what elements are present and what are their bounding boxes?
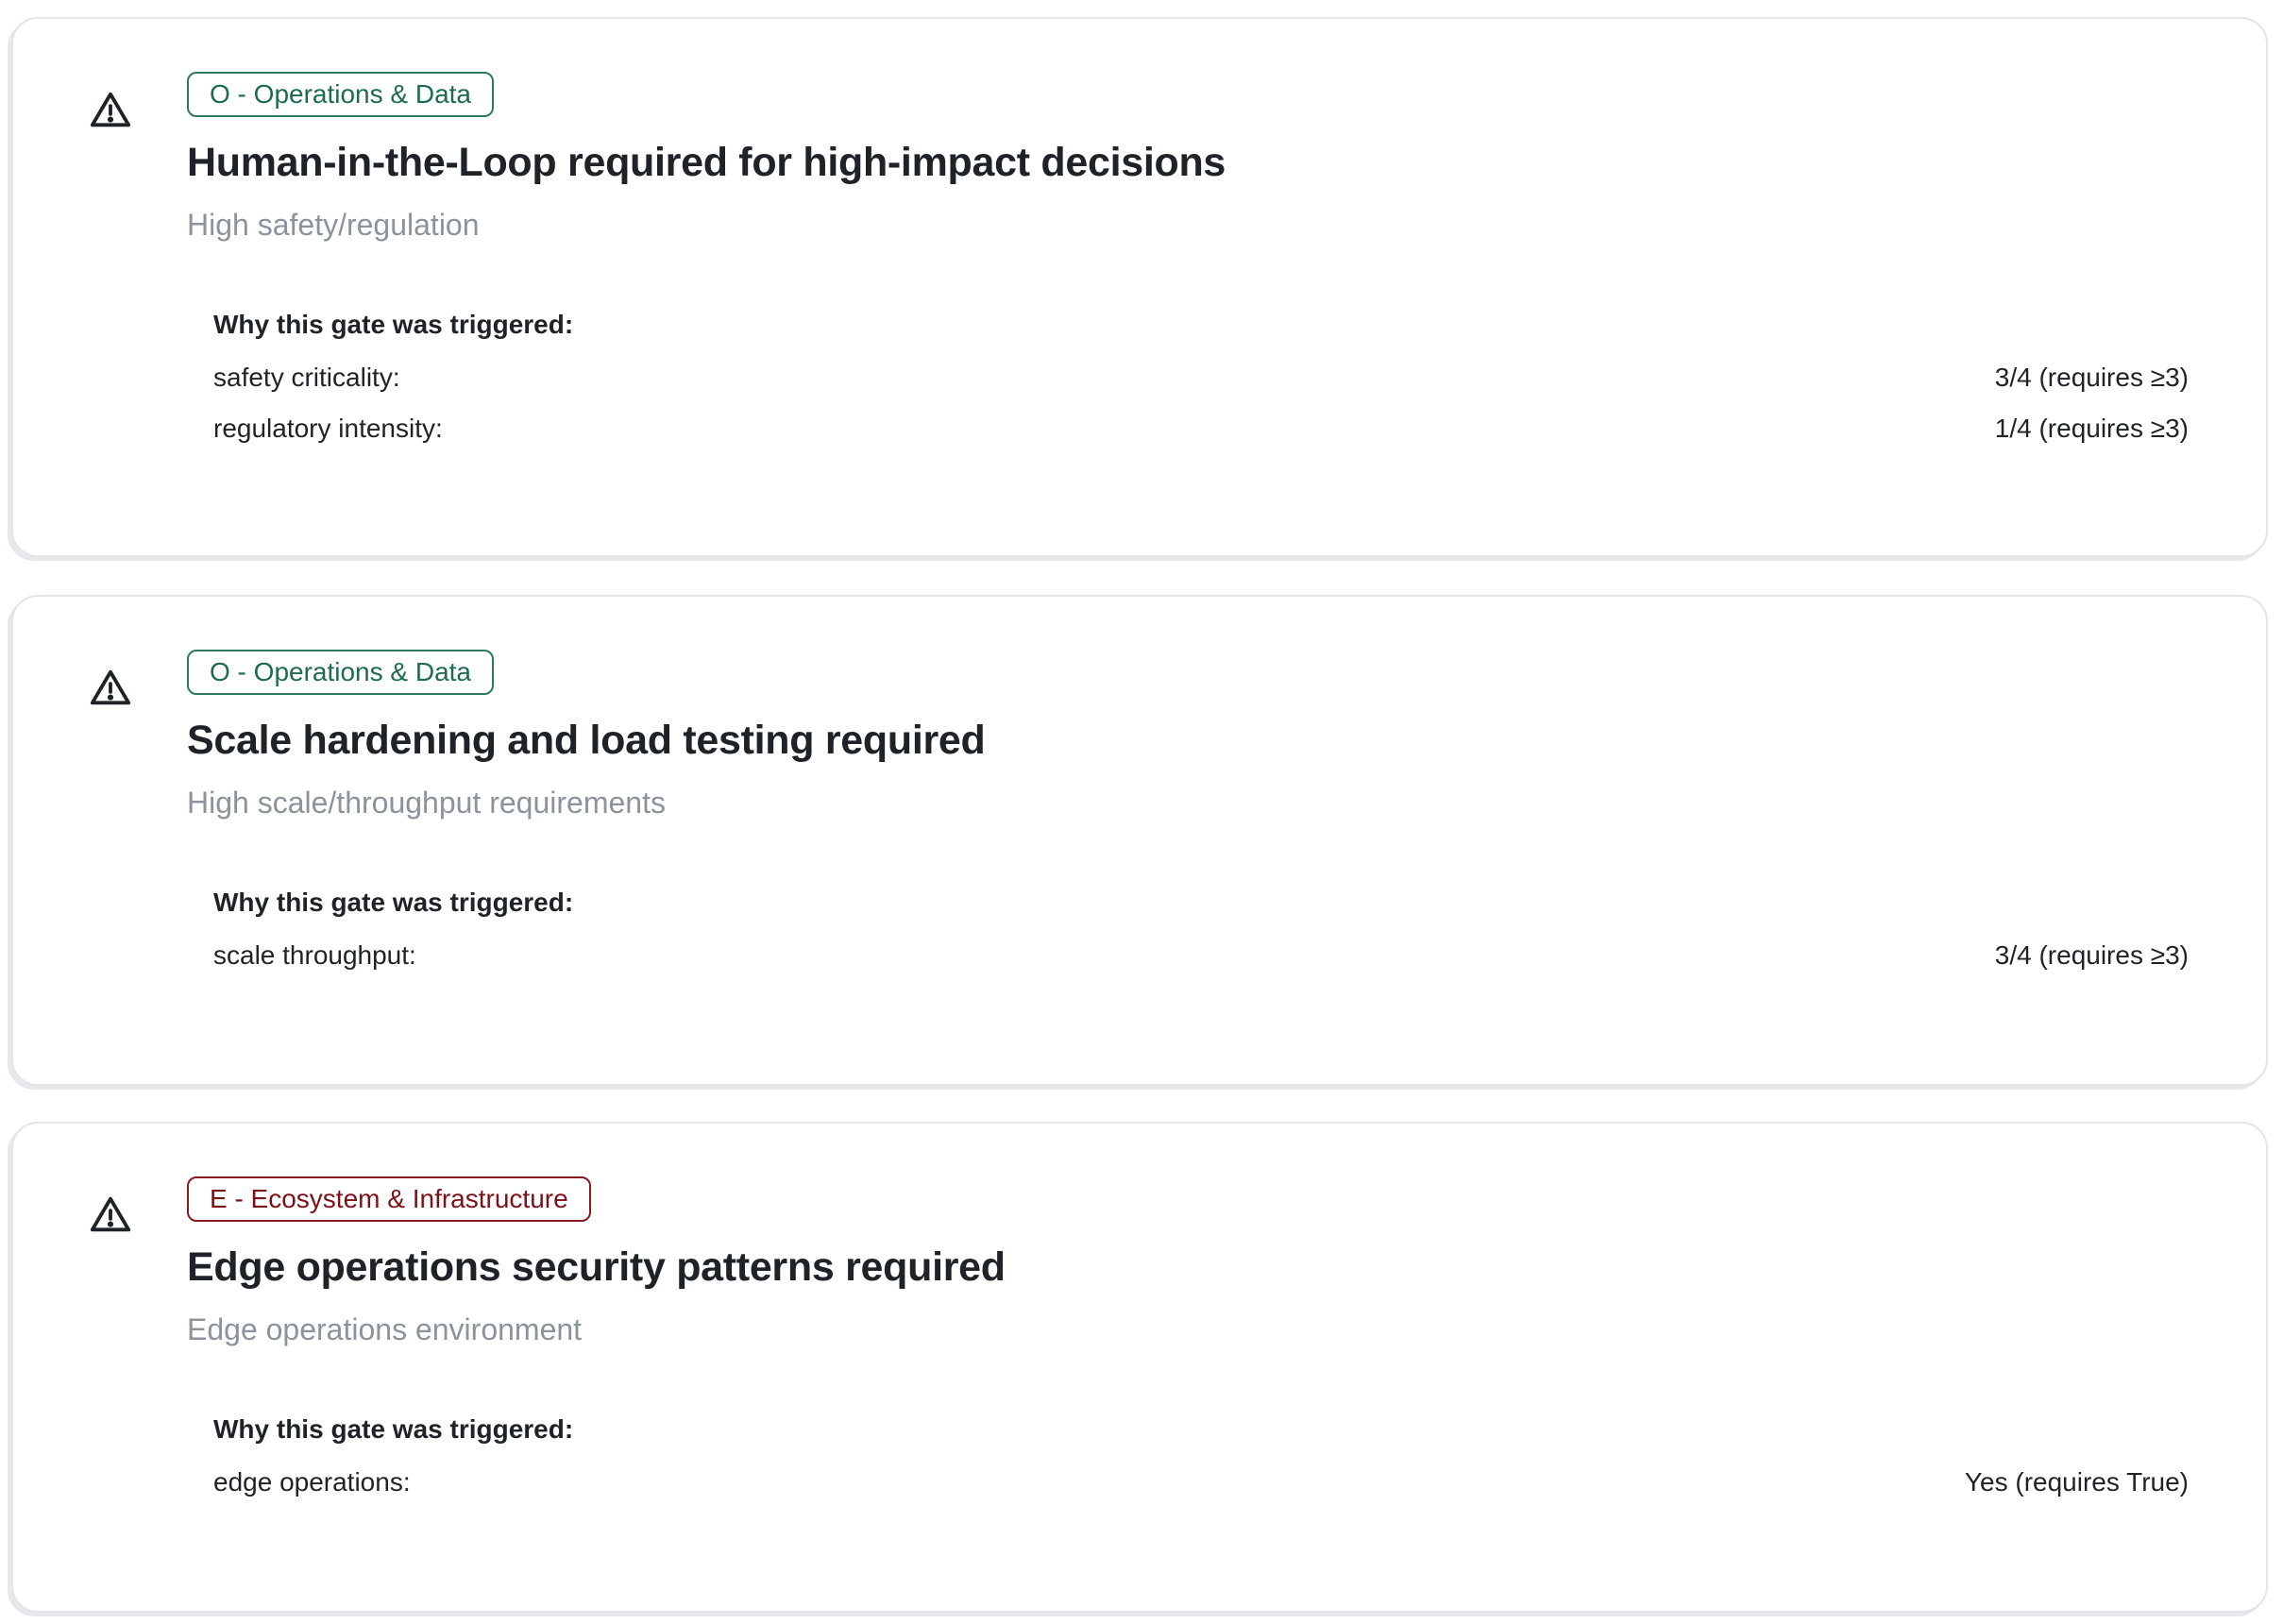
criteria-row: scale throughput: 3/4 (requires ≥3)	[213, 940, 2189, 978]
criteria-row: regulatory intensity: 1/4 (requires ≥3)	[213, 414, 2189, 451]
gate-subtitle: High scale/throughput requirements	[187, 786, 666, 820]
gate-card: O - Operations & Data Scale hardening an…	[11, 595, 2268, 1086]
category-badge: E - Ecosystem & Infrastructure	[187, 1176, 591, 1222]
category-badge: O - Operations & Data	[187, 72, 495, 117]
gate-card: O - Operations & Data Human-in-the-Loop …	[11, 17, 2268, 557]
why-triggered-heading: Why this gate was triggered:	[213, 310, 574, 339]
gate-subtitle: High safety/regulation	[187, 208, 480, 242]
gate-card: E - Ecosystem & Infrastructure Edge oper…	[11, 1122, 2268, 1613]
criteria-label: edge operations:	[213, 1467, 411, 1497]
criteria-label: safety criticality:	[213, 363, 400, 392]
criteria-row: edge operations: Yes (requires True)	[213, 1467, 2189, 1505]
warning-triangle-icon	[89, 667, 132, 710]
why-triggered-heading: Why this gate was triggered:	[213, 1414, 574, 1444]
criteria-value: 3/4 (requires ≥3)	[1994, 363, 2189, 392]
criteria-label: scale throughput:	[213, 940, 416, 970]
criteria-value: 1/4 (requires ≥3)	[1994, 414, 2189, 443]
warning-triangle-icon	[89, 1193, 132, 1237]
category-badge: O - Operations & Data	[187, 650, 495, 695]
gate-title: Scale hardening and load testing require…	[187, 718, 986, 763]
warning-triangle-icon	[89, 89, 132, 132]
criteria-label: regulatory intensity:	[213, 414, 443, 443]
gate-title: Human-in-the-Loop required for high-impa…	[187, 140, 1226, 185]
criteria-row: safety criticality: 3/4 (requires ≥3)	[213, 363, 2189, 400]
criteria-value: Yes (requires True)	[1964, 1467, 2189, 1497]
criteria-value: 3/4 (requires ≥3)	[1994, 940, 2189, 970]
gate-subtitle: Edge operations environment	[187, 1312, 583, 1346]
gate-title: Edge operations security patterns requir…	[187, 1244, 1006, 1290]
why-triggered-heading: Why this gate was triggered:	[213, 888, 574, 917]
